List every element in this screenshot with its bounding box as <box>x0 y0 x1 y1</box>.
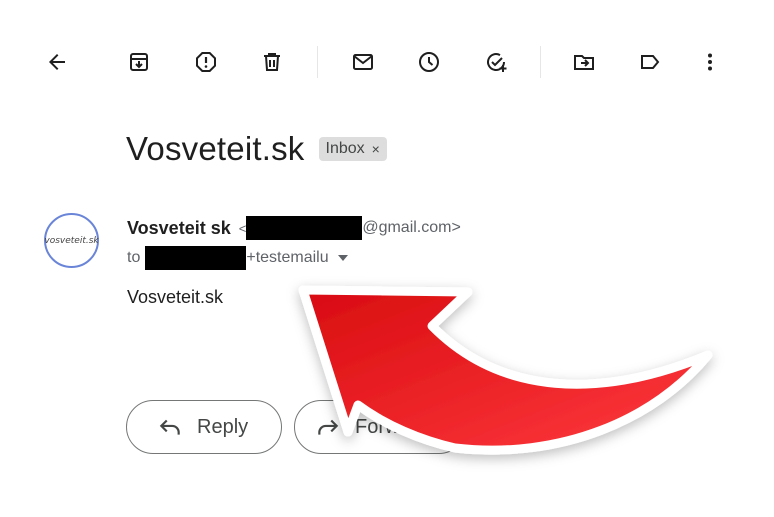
sender-name[interactable]: Vosveteit sk <box>127 218 231 239</box>
reply-label: Reply <box>197 415 249 438</box>
sender-email-domain: @gmail.com> <box>362 219 461 236</box>
move-to-button[interactable] <box>567 45 601 79</box>
more-options-icon <box>708 53 712 71</box>
snooze-icon <box>419 52 439 72</box>
email-subject: Vosveteit.sk <box>126 130 305 167</box>
redacted-email-block <box>246 216 363 240</box>
delete-icon <box>264 53 280 71</box>
inbox-label-chip[interactable]: Inbox × <box>318 137 387 161</box>
forward-button[interactable]: Forward <box>294 400 466 454</box>
back-button[interactable] <box>40 45 74 79</box>
recipient-suffix: +testemailu <box>246 249 329 266</box>
avatar-logo-text: vosveteit.sk <box>44 235 99 246</box>
add-to-tasks-button[interactable] <box>479 45 513 79</box>
move-to-icon <box>574 55 594 70</box>
mark-unread-icon <box>353 54 373 70</box>
mark-unread-button[interactable] <box>346 45 380 79</box>
remove-label-icon[interactable]: × <box>372 141 380 157</box>
subject-row: Vosveteit.sk Inbox × <box>126 128 387 170</box>
message-body: Vosveteit.sk <box>127 287 224 307</box>
forward-icon <box>318 419 339 435</box>
toolbar-divider <box>540 46 541 78</box>
report-spam-icon <box>196 52 216 72</box>
to-label: to <box>127 249 141 266</box>
reply-button[interactable]: Reply <box>126 400 282 454</box>
sender-row: Vosveteit sk < @gmail.com> <box>127 216 461 240</box>
archive-icon <box>130 53 148 71</box>
label-button[interactable] <box>633 45 667 79</box>
label-icon <box>641 55 660 69</box>
recipient-row: to +testemailu <box>127 246 348 270</box>
toolbar-divider <box>317 46 318 78</box>
forward-label: Forward <box>355 415 429 438</box>
label-chip-text: Inbox <box>325 140 365 157</box>
show-details-chevron-icon[interactable] <box>337 255 348 261</box>
report-spam-button[interactable] <box>189 45 223 79</box>
sender-avatar[interactable]: vosveteit.sk <box>44 213 99 268</box>
snooze-button[interactable] <box>412 45 446 79</box>
more-options-button[interactable] <box>693 45 727 79</box>
sender-email-open-bracket: < <box>238 220 247 236</box>
add-to-tasks-icon <box>487 53 507 72</box>
reply-icon <box>159 419 180 435</box>
archive-button[interactable] <box>122 45 156 79</box>
delete-button[interactable] <box>255 45 289 79</box>
message-toolbar <box>0 0 774 124</box>
back-arrow-icon <box>49 54 65 70</box>
redacted-recipient-block <box>145 246 247 270</box>
